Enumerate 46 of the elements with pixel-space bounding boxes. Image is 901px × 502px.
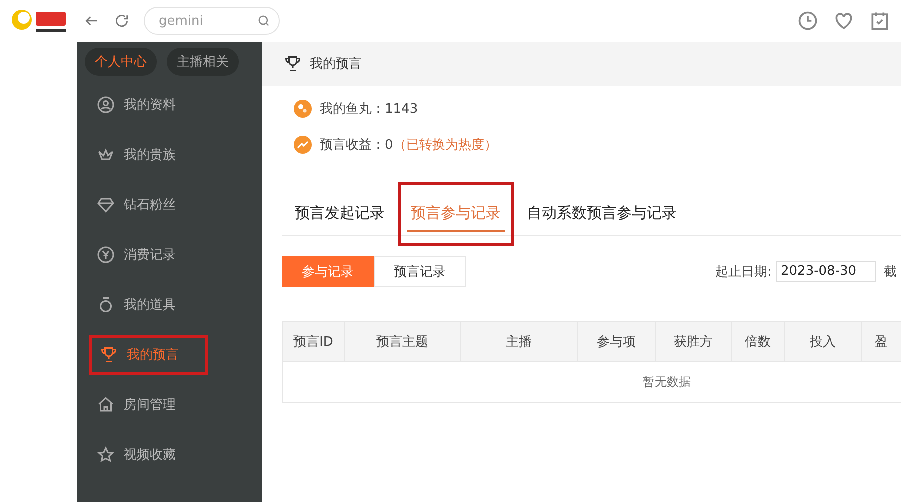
sidebar-tab[interactable]: 个人中心 [85, 48, 157, 76]
diamond-icon [97, 196, 115, 214]
sidebar-item[interactable]: 我的资料 [97, 85, 202, 125]
column-header: 预言主题 [345, 322, 461, 361]
sidebar-item[interactable]: 消费记录 [97, 235, 202, 275]
user-icon [97, 96, 115, 114]
coin-icon [294, 100, 312, 118]
tab[interactable]: 预言发起记录 [291, 196, 389, 232]
column-header: 投入 [785, 322, 862, 361]
column-header: 预言ID [283, 322, 345, 361]
stat-text: 我的鱼丸：1143 [320, 101, 418, 118]
star-icon [97, 446, 115, 464]
column-header: 获胜方 [656, 322, 732, 361]
date-label: 截 [884, 264, 897, 280]
column-header: 倍数 [732, 322, 785, 361]
date-label: 起止日期: [716, 264, 772, 280]
trophy-icon [100, 346, 118, 364]
column-header: 主播 [461, 322, 578, 361]
clock-icon[interactable] [797, 10, 819, 32]
highlighted-menu-item[interactable]: 我的预言 [89, 335, 208, 375]
breadcrumb-text: 我的预言 [310, 56, 362, 73]
calendar-icon[interactable] [869, 10, 891, 32]
home-icon [97, 396, 115, 414]
sidebar-item[interactable]: 视频收藏 [97, 435, 202, 475]
sidebar-tab[interactable]: 主播相关 [167, 48, 239, 76]
filter-tab[interactable]: 预言记录 [374, 256, 466, 287]
bag-icon [97, 296, 115, 314]
tab[interactable]: 自动系数预言参与记录 [523, 196, 681, 232]
search-field[interactable]: gemini [144, 7, 280, 35]
sidebar-item[interactable]: 房间管理 [97, 385, 202, 425]
search-icon [257, 14, 271, 28]
filter-tab[interactable]: 参与记录 [282, 256, 374, 287]
sidebar-item[interactable]: 我的道具 [97, 285, 202, 325]
column-header: 盈 [862, 322, 901, 361]
refresh-icon[interactable] [114, 13, 130, 29]
empty-message: 暂无数据 [643, 374, 691, 390]
yen-icon [97, 246, 115, 264]
heart-icon[interactable] [833, 10, 855, 32]
stat-text: 预言收益：0（已转换为热度） [320, 137, 498, 154]
sidebar-item[interactable]: 钻石粉丝 [97, 185, 202, 225]
date-field[interactable]: 2023-08-30 [776, 261, 876, 282]
sidebar-item[interactable]: 我的贵族 [97, 135, 202, 175]
column-header: 参与项 [578, 322, 656, 361]
trophy-icon [284, 55, 302, 73]
tab[interactable]: 预言参与记录 [407, 196, 505, 232]
trend-icon [294, 136, 312, 154]
